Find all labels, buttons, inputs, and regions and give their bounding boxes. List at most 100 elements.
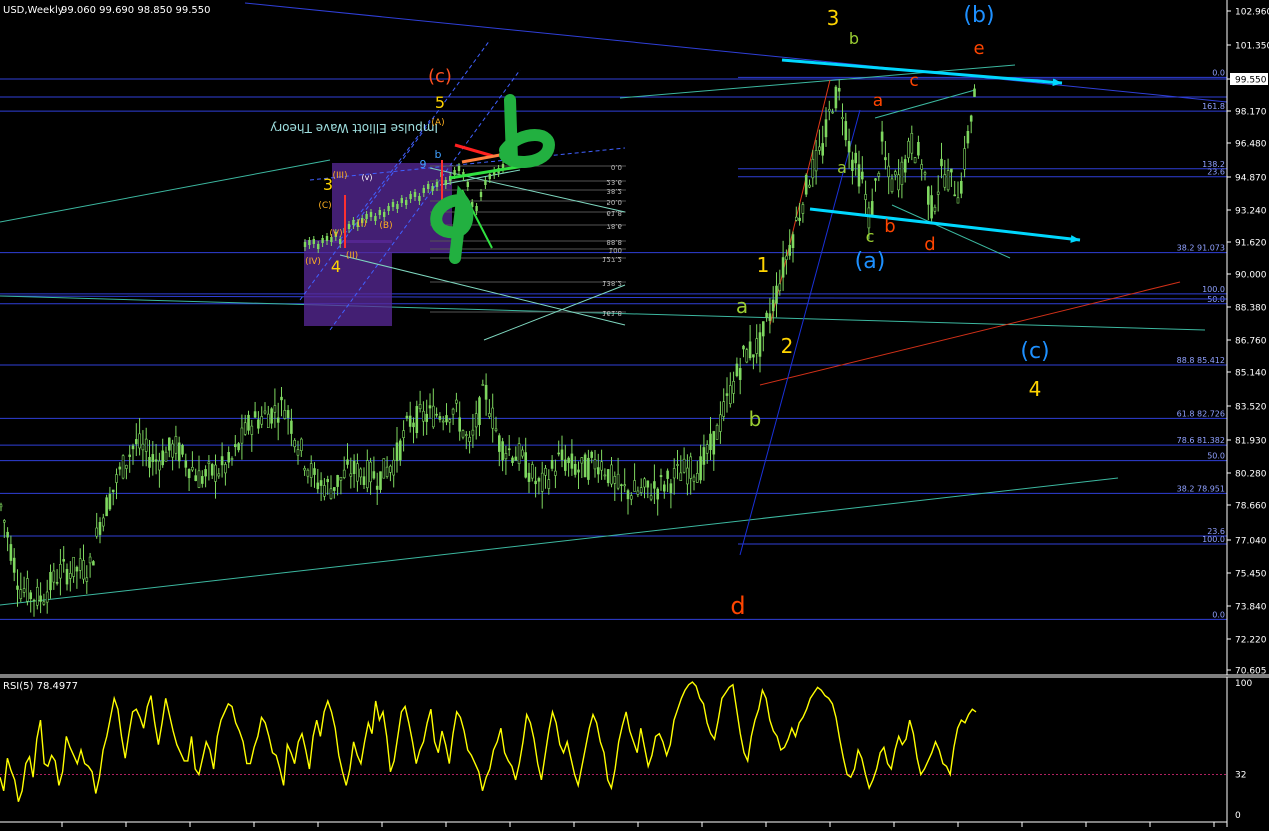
candle-body [362,476,366,485]
wave-label-3: 3 [827,6,840,30]
price-chart[interactable]: 0.0161.8138.223.638.2 91.073100.050.088.… [0,0,1269,827]
inset-candle-body [321,238,324,243]
candle-body [521,449,524,457]
candle-body [544,467,547,476]
candle-body [676,464,679,466]
candle-body [818,146,821,151]
candle-body [45,591,49,603]
candle-body [59,564,62,579]
candle-body [629,495,633,500]
candle-body [580,457,584,464]
candle-body [154,459,158,462]
candle-body [263,410,267,414]
fib-level-label: 161.8 [1202,102,1225,111]
candle-body [778,283,782,292]
candle-body [408,415,412,427]
inset-fib-label: 0.0 [611,163,622,171]
candle-body [435,413,438,416]
candle-body [507,448,511,451]
inset-wave-label: (IV) [305,257,321,267]
candle-body [121,455,125,479]
fib-level-label: 100.0 [1202,285,1225,294]
candle-body [649,495,653,500]
inset-candle-body [369,212,373,217]
candle-body [412,422,415,428]
candle-body [917,141,920,156]
price-tick-label: 93.240 [1235,207,1267,217]
inset-candle-body [325,236,329,241]
candle-body [775,285,778,304]
wave-label-4: 4 [1029,377,1042,401]
inset-candle-body [466,182,469,187]
inset-wave-label: (B) [379,221,392,231]
price-tick-label: 88.380 [1235,304,1267,314]
inset-wave-label: (III) [333,171,348,181]
candle-body [461,430,465,438]
candle-body [29,592,33,600]
candle-body [755,338,759,354]
candle-body [738,368,742,380]
price-tick-label: 101.350 [1235,42,1269,52]
candle-body [590,451,594,458]
candle-body [441,420,445,423]
candle-body [349,473,353,477]
candle-body [187,469,191,479]
inset-candle-body [444,180,447,185]
fib-level-label: 61.8 82.726 [1177,409,1225,418]
candle-body [75,566,79,572]
candle-body [210,464,214,476]
wave-label-d: d [924,234,935,255]
candle-body [534,480,537,485]
candle-body [52,570,56,583]
candle-body [158,460,161,471]
inset-fib-label: 50.0 [606,198,622,206]
candle-body [827,108,831,112]
candle-body [844,121,848,141]
candle-body [392,459,396,476]
inset-candle-body [374,216,377,221]
inset-candle-body [387,206,390,211]
candle-body [501,441,504,461]
candle-body [115,474,118,483]
rsi-axis-label: 0 [1235,811,1241,821]
candle-body [811,158,815,179]
candle-body [930,195,933,219]
candle-body [385,466,389,477]
rsi-title: RSI(5) 78.4977 [3,681,78,692]
candle-body [12,557,16,573]
candle-body [788,244,792,256]
candle-body [712,431,716,455]
candle-body [405,415,409,419]
candle-body [352,460,356,475]
candle-body [253,411,257,418]
candle-body [722,401,726,417]
wave-label-b: b [749,407,762,431]
candle-body [95,527,98,537]
candle-body [118,466,122,470]
candle-body [220,456,224,466]
inset-candle-body [409,194,412,199]
wave-label-a: a [736,294,748,318]
candle-body [887,165,891,177]
candle-body [0,504,3,508]
candle-body [669,483,673,494]
candle-body [963,148,966,170]
fib-level-label: 23.6 [1207,168,1225,177]
candle-body [864,194,867,200]
candle-body [557,452,561,455]
candle-body [398,440,402,461]
candle-body [247,414,250,431]
candle-body [742,345,745,350]
candle-body [22,588,26,593]
candle-body [488,413,491,417]
candle-body [98,521,102,535]
candle-body [428,405,432,409]
candle-body [207,461,211,464]
candle-body [831,111,834,114]
candle-body [689,456,693,479]
rsi-axis-label: 32 [1235,770,1246,780]
inset-fib-label: 88.8 [606,238,622,246]
wave-label-1: 1 [757,253,770,277]
candle-body [715,424,719,440]
price-tick-label: 91.620 [1235,239,1267,249]
